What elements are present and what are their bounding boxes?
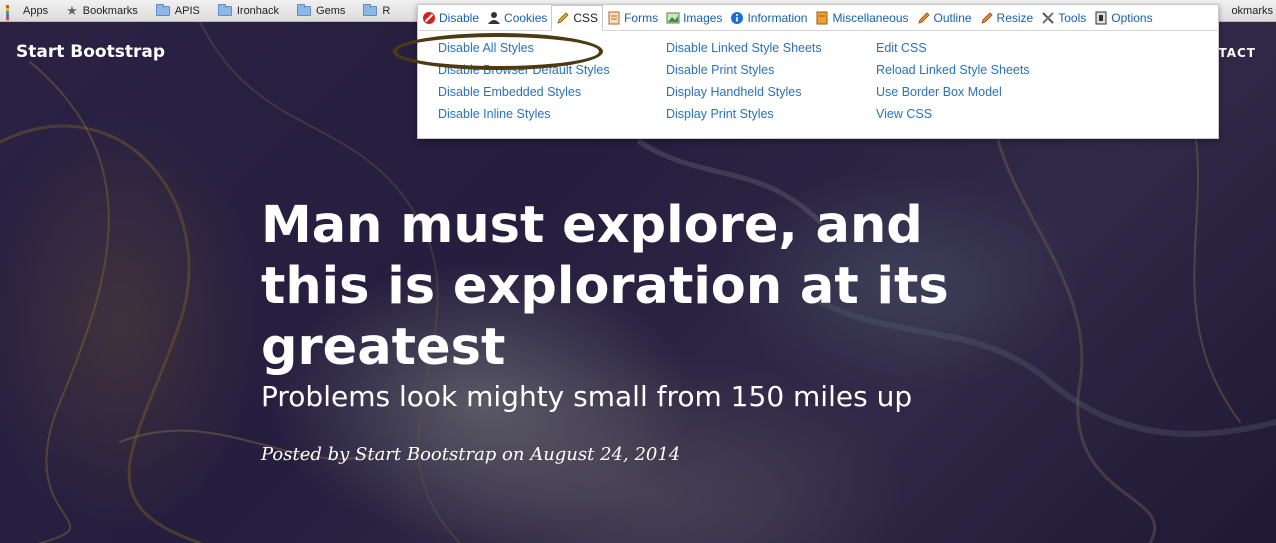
bookmark-folder-ironhack[interactable]: Ironhack — [212, 0, 285, 21]
tab-label: Resize — [996, 10, 1034, 25]
options-icon — [1094, 11, 1108, 25]
tab-tools[interactable]: Tools — [1037, 5, 1090, 30]
menu-item-edit-css[interactable]: Edit CSS — [876, 41, 1030, 63]
menu-item-disable-browser-default-styles[interactable]: Disable Browser Default Styles — [438, 63, 610, 85]
menu-item-display-print-styles[interactable]: Display Print Styles — [666, 107, 822, 129]
menu-item-reload-linked-style-sheets[interactable]: Reload Linked Style Sheets — [876, 63, 1030, 85]
tab-label: Options — [1111, 10, 1153, 25]
pencil-icon — [556, 11, 570, 25]
css-menu-column-2: Disable Linked Style Sheets Disable Prin… — [666, 41, 822, 129]
post-subheading: Problems look mighty small from 150 mile… — [261, 380, 913, 413]
tab-forms[interactable]: Forms — [603, 5, 662, 30]
tab-label: Forms — [624, 10, 659, 25]
bookmark-label: Apps — [23, 4, 49, 17]
tab-resize[interactable]: Resize — [976, 5, 1038, 30]
brand-link[interactable]: Start Bootstrap — [16, 42, 165, 62]
post-meta: Posted by Start Bootstrap on August 24, … — [261, 444, 681, 465]
tab-cookies[interactable]: Cookies — [483, 5, 551, 30]
form-icon — [607, 11, 621, 25]
bookmark-label: Bookmarks — [82, 4, 138, 17]
tab-miscellaneous[interactable]: Miscellaneous — [811, 5, 912, 30]
pencil-icon — [917, 11, 931, 25]
menu-item-disable-print-styles[interactable]: Disable Print Styles — [666, 63, 822, 85]
nav-contact-link[interactable]: TACT — [1218, 46, 1256, 60]
box-icon — [815, 11, 829, 25]
tab-label: CSS — [573, 11, 599, 25]
tab-information[interactable]: Information — [726, 5, 811, 30]
web-developer-tabs: Disable Cookies CSS Forms Images Informa… — [418, 5, 1218, 31]
tab-label: Outline — [933, 10, 972, 25]
css-menu-column-3: Edit CSS Reload Linked Style Sheets Use … — [876, 41, 1030, 129]
bookmark-label: APIS — [174, 4, 200, 17]
menu-item-use-border-box-model[interactable]: Use Border Box Model — [876, 85, 1030, 107]
menu-item-display-handheld-styles[interactable]: Display Handheld Styles — [666, 85, 822, 107]
tab-label: Images — [683, 10, 723, 25]
tab-label: Disable — [439, 10, 480, 25]
menu-item-disable-inline-styles[interactable]: Disable Inline Styles — [438, 107, 610, 129]
folder-icon — [297, 3, 312, 16]
bookmark-bookmarks[interactable]: ★ Bookmarks — [60, 0, 144, 21]
other-bookmarks[interactable]: okmarks — [1231, 0, 1276, 21]
bookmark-label: Gems — [316, 4, 346, 17]
tab-label: Tools — [1058, 10, 1087, 25]
web-developer-panel: Disable Cookies CSS Forms Images Informa… — [417, 4, 1219, 139]
bookmark-apps[interactable]: Apps — [0, 0, 54, 21]
folder-icon — [363, 3, 378, 16]
tab-label: Information — [747, 10, 808, 25]
post-heading: Man must explore, and this is exploratio… — [261, 196, 949, 377]
bookmark-label: R — [382, 4, 391, 17]
pencil-icon — [980, 11, 994, 25]
menu-item-view-css[interactable]: View CSS — [876, 107, 1030, 129]
bookmark-folder-gems[interactable]: Gems — [291, 0, 351, 21]
menu-item-disable-all-styles[interactable]: Disable All Styles — [438, 41, 610, 63]
info-icon — [730, 11, 744, 25]
image-icon — [666, 11, 680, 25]
no-entry-icon — [422, 11, 436, 25]
tools-icon — [1041, 11, 1055, 25]
person-icon — [487, 11, 501, 25]
tab-images[interactable]: Images — [662, 5, 726, 30]
star-icon: ★ — [66, 3, 78, 18]
css-menu: Disable All Styles Disable Browser Defau… — [418, 31, 1218, 139]
bookmark-folder-apis[interactable]: APIS — [150, 0, 206, 21]
folder-icon — [217, 3, 232, 16]
tab-outline[interactable]: Outline — [913, 5, 976, 30]
css-menu-column-1: Disable All Styles Disable Browser Defau… — [438, 41, 610, 129]
tab-label: Miscellaneous — [832, 10, 909, 25]
bookmark-folder-r[interactable]: R — [357, 0, 396, 21]
menu-item-disable-linked-style-sheets[interactable]: Disable Linked Style Sheets — [666, 41, 822, 63]
folder-icon — [155, 3, 170, 16]
tab-label: Cookies — [504, 10, 548, 25]
bookmark-label: Ironhack — [236, 4, 280, 17]
other-bookmarks-label: okmarks — [1231, 5, 1273, 17]
tab-disable[interactable]: Disable — [418, 5, 483, 30]
tab-css[interactable]: CSS — [551, 5, 604, 31]
menu-item-disable-embedded-styles[interactable]: Disable Embedded Styles — [438, 85, 610, 107]
tab-options[interactable]: Options — [1090, 5, 1156, 30]
apps-grid-icon — [6, 4, 18, 21]
